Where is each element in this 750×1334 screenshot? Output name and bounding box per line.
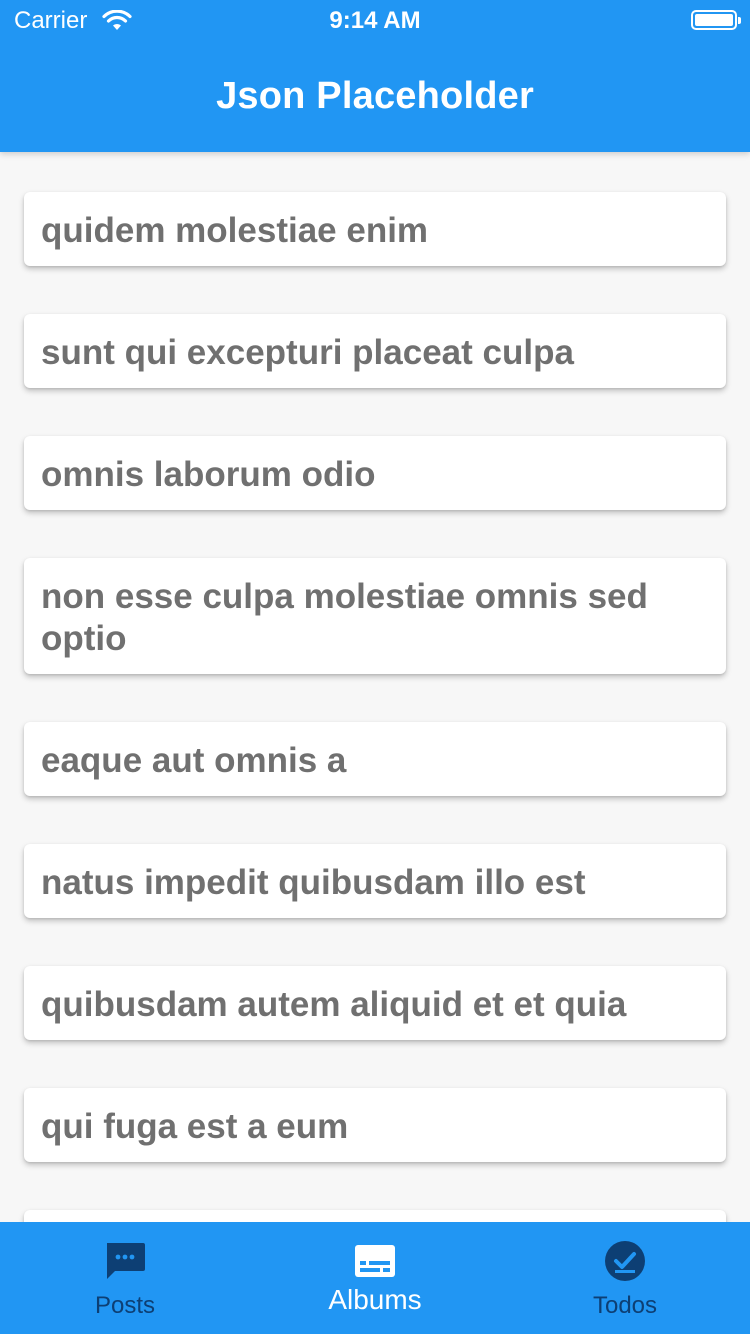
album-card[interactable]: non esse culpa molestiae omnis sed optio	[24, 558, 726, 674]
bottom-navigation: Posts Albums Todos	[0, 1222, 750, 1334]
album-card[interactable]: sunt qui excepturi placeat culpa	[24, 314, 726, 388]
album-card[interactable]: qui fuga est a eum	[24, 1088, 726, 1162]
album-title: quidem molestiae enim	[41, 211, 429, 250]
album-title: sunt qui excepturi placeat culpa	[41, 333, 574, 372]
nav-label-albums: Albums	[328, 1284, 422, 1315]
album-title: non esse culpa molestiae omnis sed optio	[41, 577, 648, 658]
app-screen: Carrier 9:14 AM Json Placeholder quidem …	[0, 0, 750, 1334]
album-card[interactable]: natus impedit quibusdam illo est	[24, 844, 726, 918]
album-title: omnis laborum odio	[41, 455, 376, 494]
nav-item-posts[interactable]: Posts	[0, 1222, 250, 1334]
album-card[interactable]: omnis laborum odio	[24, 436, 726, 510]
nav-item-todos[interactable]: Todos	[500, 1222, 750, 1334]
nav-label-posts: Posts	[94, 1292, 156, 1319]
album-title: qui fuga est a eum	[41, 1107, 349, 1146]
album-title: natus impedit quibusdam illo est	[41, 863, 586, 902]
album-list[interactable]: quidem molestiae enim sunt qui excepturi…	[0, 152, 750, 1222]
nav-item-albums[interactable]: Albums	[250, 1222, 500, 1334]
album-card[interactable]: eaque aut omnis a	[24, 722, 726, 796]
album-title: eaque aut omnis a	[41, 741, 347, 780]
album-title: quibusdam autem aliquid et et quia	[41, 985, 627, 1024]
album-card[interactable]: quibusdam autem aliquid et et quia	[24, 966, 726, 1040]
message-icon	[107, 1243, 145, 1279]
top-app-bar: Carrier 9:14 AM Json Placeholder	[0, 0, 750, 152]
album-card-partial[interactable]	[24, 1210, 726, 1222]
album-card[interactable]: quidem molestiae enim	[24, 192, 726, 266]
nav-label-todos: Todos	[592, 1292, 658, 1319]
check-circle-icon	[605, 1241, 645, 1281]
battery-icon	[691, 10, 741, 30]
subtitles-icon	[355, 1245, 395, 1277]
page-title: Json Placeholder	[216, 75, 534, 117]
status-bar: Carrier 9:14 AM	[0, 0, 750, 40]
status-time: 9:14 AM	[329, 7, 421, 34]
